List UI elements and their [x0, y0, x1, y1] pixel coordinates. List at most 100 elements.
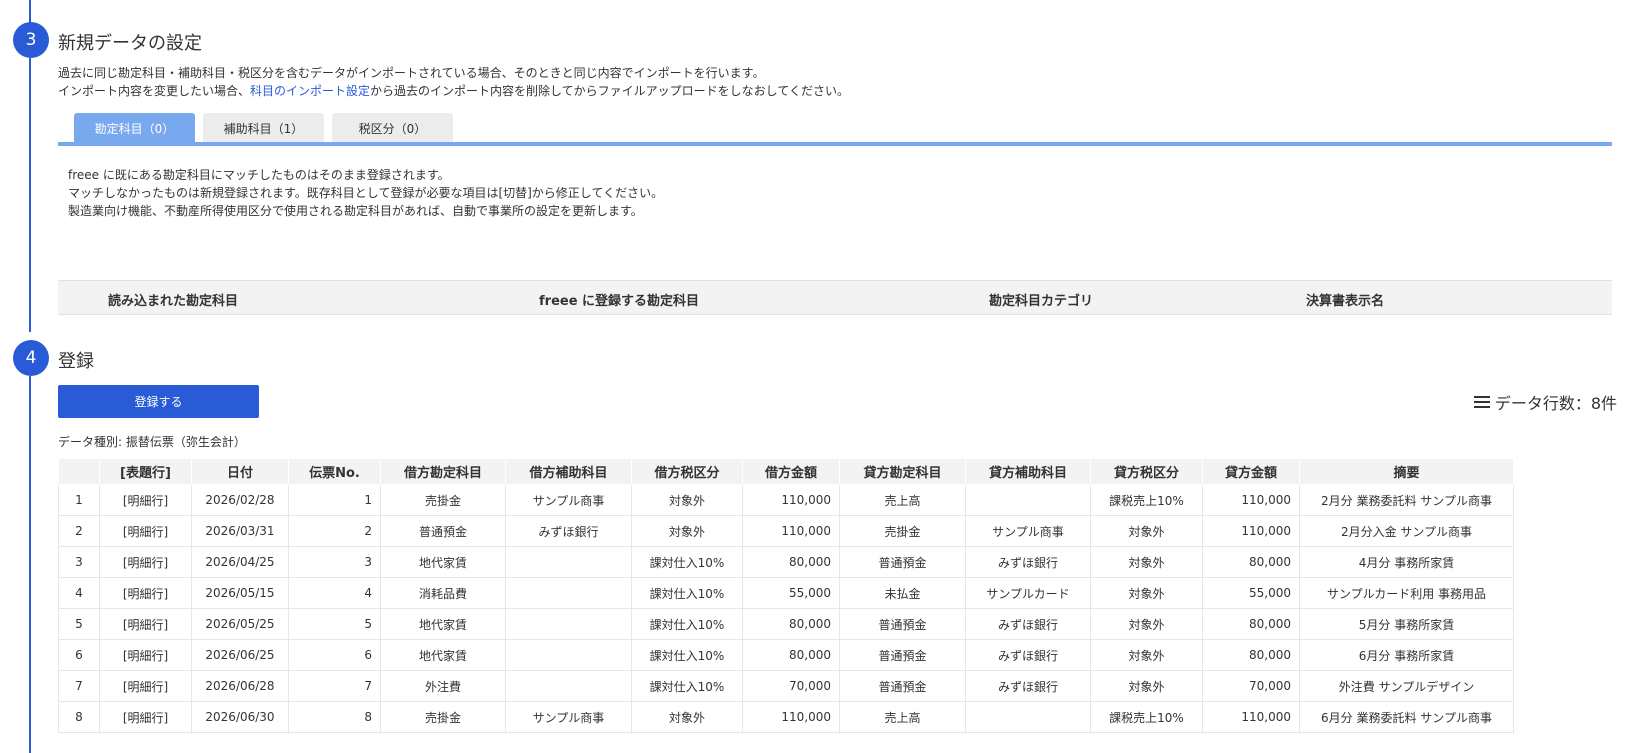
- table-row: 8 [明細行] 2026/06/30 8 売掛金 サンプル商事 対象外 110,000 売上高課…: [58, 701, 1514, 733]
- table-row: 4 [明細行] 2026/05/15 4 消耗品費 課対仕入10% 55,000 未払金 サンプ…: [58, 577, 1514, 609]
- accounts-info: freee に既にある勘定科目にマッチしたものはそのまま登録されます。 マッチし…: [68, 166, 663, 220]
- table-cell: 対象外: [631, 515, 743, 547]
- table-cell: 2026/03/31: [191, 515, 289, 547]
- tab-accounts[interactable]: 勘定科目（0）: [74, 113, 195, 143]
- table-cell: 売掛金: [839, 515, 966, 547]
- preview-table: [表題行] 日付 伝票No. 借方勘定科目 借方補助科目 借方税区分 借方金額 …: [58, 458, 1514, 733]
- table-cell: みずほ銀行: [505, 515, 632, 547]
- table-cell: 5: [288, 608, 381, 640]
- table-cell: 外注費: [380, 670, 506, 702]
- step-connector-line: [29, 376, 31, 753]
- table-cell: 3: [58, 546, 100, 578]
- column-statement-name: 決算書表示名: [1306, 294, 1385, 309]
- table-cell: [965, 484, 1091, 516]
- table-cell: 外注費 サンプルデザイン: [1299, 670, 1514, 702]
- table-cell: 課対仕入10%: [631, 608, 743, 640]
- import-settings-link[interactable]: 科目のインポート設定: [250, 84, 370, 98]
- info-line: 製造業向け機能、不動産所得使用区分で使用される勘定科目があれば、自動で事業所の設…: [68, 204, 643, 218]
- step-connector-line: [29, 58, 31, 332]
- table-cell: サンプルカード利用 事務用品: [1299, 577, 1514, 609]
- table-cell: 2026/06/30: [191, 701, 289, 733]
- table-row: 3 [明細行] 2026/04/25 3 地代家賃 課対仕入10% 80,000 普通預金 みず…: [58, 546, 1514, 578]
- table-cell: 売掛金: [380, 484, 506, 516]
- table-cell: 8: [288, 701, 381, 733]
- column-header: 貸方税区分: [1090, 458, 1203, 485]
- table-cell: [明細行]: [99, 546, 192, 578]
- table-cell: 6月分 業務委託料 サンプル商事: [1299, 701, 1514, 733]
- table-cell: サンプル商事: [505, 484, 632, 516]
- column-freee-account: freee に登録する勘定科目: [539, 294, 700, 309]
- table-row: 5 [明細行] 2026/05/25 5 地代家賃 課対仕入10% 80,000 普通預金 みず…: [58, 608, 1514, 640]
- column-header: 借方補助科目: [505, 458, 632, 485]
- table-cell: 80,000: [742, 546, 840, 578]
- table-cell: 6: [288, 639, 381, 671]
- table-cell: 5: [58, 608, 100, 640]
- table-cell: 課税売上10%: [1090, 701, 1203, 733]
- table-cell: みずほ銀行: [965, 546, 1091, 578]
- table-cell: 2: [58, 515, 100, 547]
- row-count-label: データ行数：8件: [1494, 394, 1617, 413]
- table-cell: [明細行]: [99, 484, 192, 516]
- table-cell: 110,000: [742, 515, 840, 547]
- table-cell: 80,000: [742, 639, 840, 671]
- mapping-tabs: 勘定科目（0） 補助科目（1） 税区分（0）: [74, 113, 453, 143]
- table-cell: 4月分 事務所家賃: [1299, 546, 1514, 578]
- tab-sub-accounts[interactable]: 補助科目（1）: [203, 113, 324, 143]
- table-cell: 対象外: [1090, 670, 1203, 702]
- step-3-description: 過去に同じ勘定科目・補助科目・税区分を含むデータがインポートされている場合、その…: [58, 64, 849, 100]
- step-4-badge: 4: [13, 340, 49, 376]
- table-cell: 課対仕入10%: [631, 577, 743, 609]
- table-cell: 課対仕入10%: [631, 670, 743, 702]
- table-cell: 55,000: [1202, 577, 1300, 609]
- table-cell: 2: [288, 515, 381, 547]
- data-type-label: データ種別: 振替伝票（弥生会計）: [58, 435, 246, 449]
- table-cell: サンプル商事: [965, 515, 1091, 547]
- info-line: freee に既にある勘定科目にマッチしたものはそのまま登録されます。: [68, 168, 450, 182]
- table-cell: サンプル商事: [505, 701, 632, 733]
- table-cell: 普通預金: [839, 670, 966, 702]
- table-cell: 2月分 業務委託料 サンプル商事: [1299, 484, 1514, 516]
- table-row: 6 [明細行] 2026/06/25 6 地代家賃 課対仕入10% 80,000 普通預金 みず…: [58, 639, 1514, 671]
- table-row: 7 [明細行] 2026/06/28 7 外注費 課対仕入10% 70,000 普通預金 みずほ…: [58, 670, 1514, 702]
- table-cell: 対象外: [1090, 515, 1203, 547]
- column-header: 借方勘定科目: [380, 458, 506, 485]
- table-cell: 普通預金: [839, 608, 966, 640]
- table-cell: 4: [288, 577, 381, 609]
- table-cell: みずほ銀行: [965, 639, 1091, 671]
- table-cell: 普通預金: [839, 639, 966, 671]
- table-cell: 4: [58, 577, 100, 609]
- column-header: [58, 458, 100, 485]
- table-cell: [505, 639, 632, 671]
- table-cell: [505, 608, 632, 640]
- description-line-2-post: から過去のインポート内容を削除してからファイルアップロードをしなおしてください。: [370, 84, 849, 98]
- table-cell: [明細行]: [99, 670, 192, 702]
- column-header: 伝票No.: [288, 458, 381, 485]
- tab-tax-categories[interactable]: 税区分（0）: [332, 113, 453, 143]
- table-cell: 消耗品費: [380, 577, 506, 609]
- table-cell: 6月分 事務所家賃: [1299, 639, 1514, 671]
- table-cell: 普通預金: [380, 515, 506, 547]
- table-cell: 2026/06/25: [191, 639, 289, 671]
- column-header: 貸方金額: [1202, 458, 1300, 485]
- column-header: 日付: [191, 458, 289, 485]
- description-line-1: 過去に同じ勘定科目・補助科目・税区分を含むデータがインポートされている場合、その…: [58, 66, 765, 80]
- table-cell: 80,000: [742, 608, 840, 640]
- table-cell: 110,000: [742, 484, 840, 516]
- table-cell: 80,000: [1202, 546, 1300, 578]
- table-cell: 未払金: [839, 577, 966, 609]
- table-cell: [明細行]: [99, 515, 192, 547]
- table-row: 2 [明細行] 2026/03/31 2 普通預金 みずほ銀行 対象外 110,000 売掛金サ…: [58, 515, 1514, 547]
- table-cell: [明細行]: [99, 608, 192, 640]
- table-cell: 80,000: [1202, 639, 1300, 671]
- column-header: 貸方補助科目: [965, 458, 1091, 485]
- table-cell: 110,000: [1202, 701, 1300, 733]
- table-cell: 7: [288, 670, 381, 702]
- table-cell: 5月分 事務所家賃: [1299, 608, 1514, 640]
- table-cell: 対象外: [631, 701, 743, 733]
- column-header: [表題行]: [99, 458, 192, 485]
- table-cell: みずほ銀行: [965, 608, 1091, 640]
- register-button[interactable]: 登録する: [58, 385, 259, 418]
- table-cell: サンプルカード: [965, 577, 1091, 609]
- table-cell: [明細行]: [99, 639, 192, 671]
- table-cell: 課対仕入10%: [631, 639, 743, 671]
